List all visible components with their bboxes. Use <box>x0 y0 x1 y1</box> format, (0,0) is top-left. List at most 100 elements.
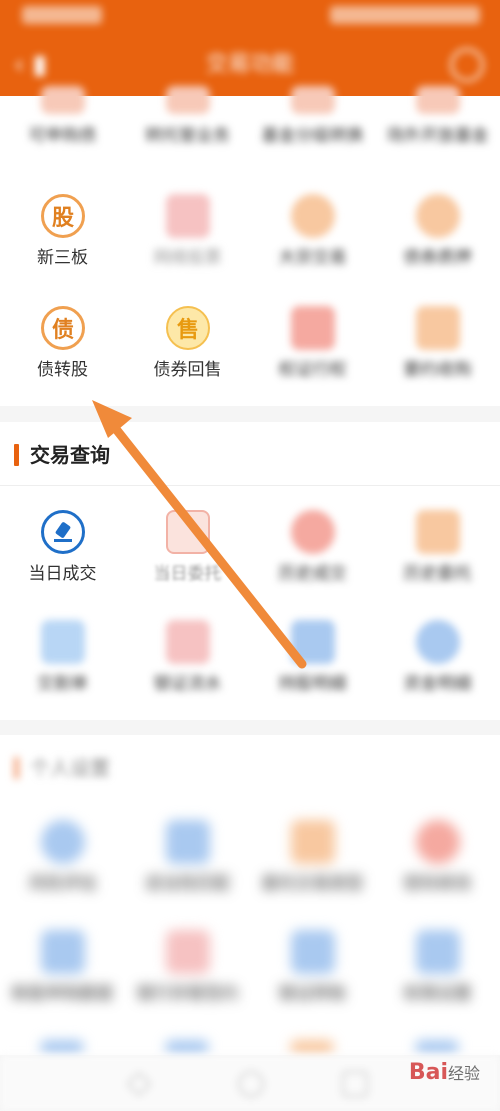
risk-icon <box>41 820 85 864</box>
function-label: 交割单 <box>37 674 88 694</box>
holdings-item[interactable]: 持股明细 <box>250 620 375 730</box>
partial-icon <box>40 1040 84 1054</box>
recents-nav-icon[interactable] <box>342 1071 368 1097</box>
warrant-icon <box>291 306 335 350</box>
history-deals-item[interactable]: 历史成交 <box>250 510 375 620</box>
bond-resale-item[interactable]: 售 债券回售 <box>125 306 250 416</box>
online-voting-item[interactable]: 网络投票 <box>125 194 250 304</box>
function-label: 权限设置 <box>403 984 472 1004</box>
history-order-icon <box>416 510 460 554</box>
settings-item[interactable]: 权限设置 <box>375 930 500 1040</box>
offer-icon <box>416 306 460 350</box>
function-icon <box>291 86 335 114</box>
history-orders-item[interactable]: 历史委托 <box>375 510 500 620</box>
new-third-board-item[interactable]: 股 新三板 <box>0 194 125 304</box>
slip-icon <box>41 620 85 664</box>
function-label: 密码修改 <box>403 874 472 894</box>
tender-offer-item[interactable]: 要约收购 <box>375 306 500 416</box>
settings-item[interactable]: 新股申购额度 <box>0 930 125 1040</box>
function-icon <box>41 86 85 114</box>
warrant-exercise-item[interactable]: 权证行权 <box>250 306 375 416</box>
function-label: 委托交易类型 <box>261 874 364 894</box>
resale-icon: 售 <box>166 306 210 350</box>
today-deals-item[interactable]: 当日成交 <box>0 510 125 620</box>
trade-query-section: 交易查询 当日成交 当日委托 历史成交 历史委托 交割单 银证流水 持股明细 资… <box>0 422 500 720</box>
function-label: 银证流水 <box>153 674 222 694</box>
vote-icon <box>166 194 210 238</box>
history-icon <box>291 510 335 554</box>
flow-icon <box>166 620 210 664</box>
section-title: 个人设置 <box>30 756 110 780</box>
function-item[interactable]: 可申购债 <box>0 86 125 196</box>
trade-icon <box>291 194 335 238</box>
debt-icon: 债 <box>41 306 85 350</box>
trade-functions-section: 可申购债 转托管业务 基金分级转换 场外开放基金 股 新三板 网络投票 大宗交易… <box>0 86 500 406</box>
order-icon <box>166 510 210 554</box>
settings-item[interactable]: 密码修改 <box>375 820 500 930</box>
function-label: 新股申购额度 <box>11 984 114 1004</box>
function-label: 历史委托 <box>403 564 472 584</box>
delivery-slip-item[interactable]: 交割单 <box>0 620 125 730</box>
stock-icon: 股 <box>41 194 85 238</box>
function-label: 债转股 <box>37 360 88 380</box>
function-label: 银证转账 <box>278 984 347 1004</box>
funds-item[interactable]: 资金明细 <box>375 620 500 730</box>
function-label: 债券质押 <box>403 248 472 268</box>
function-label: 场外开放基金 <box>386 126 489 146</box>
function-label: 可申购债 <box>28 126 97 146</box>
function-label: 资金明细 <box>403 674 472 694</box>
top-header: ‹ ▮ 交易功能 <box>0 0 500 100</box>
quota-icon <box>41 930 85 974</box>
bank-icon <box>166 930 210 974</box>
function-label: 要约收购 <box>403 360 472 380</box>
pledge-icon <box>416 194 460 238</box>
function-label: 适当性匹配 <box>145 874 230 894</box>
function-item[interactable]: 基金分级转换 <box>250 86 375 196</box>
settings-item[interactable]: 委托交易类型 <box>250 820 375 930</box>
function-label: 基金分级转换 <box>261 126 364 146</box>
section-header: 个人设置 <box>0 735 500 799</box>
settings-icon[interactable] <box>450 48 484 82</box>
function-label: 网络投票 <box>153 248 222 268</box>
settings-item[interactable]: 银行存管签约 <box>125 930 250 1040</box>
bond-pledge-item[interactable]: 债券质押 <box>375 194 500 304</box>
settings-item[interactable]: 适当性匹配 <box>125 820 250 930</box>
partial-icon <box>415 1040 459 1054</box>
holdings-icon <box>291 620 335 664</box>
status-bar <box>0 0 500 32</box>
function-label: 新三板 <box>37 248 88 268</box>
function-label: 持股明细 <box>278 674 347 694</box>
back-nav-icon[interactable] <box>126 1071 152 1097</box>
watermark-logo: Bai经验 <box>408 1060 480 1085</box>
personal-settings-section: 个人设置 风险评估 适当性匹配 委托交易类型 密码修改 新股申购额度 银行存管签… <box>0 735 500 1055</box>
page-title: 交易功能 <box>205 52 294 77</box>
function-item[interactable]: 场外开放基金 <box>375 86 500 196</box>
block-trade-item[interactable]: 大宗交易 <box>250 194 375 304</box>
function-icon <box>416 86 460 114</box>
function-label: 银行存管签约 <box>136 984 239 1004</box>
bank-flow-item[interactable]: 银证流水 <box>125 620 250 730</box>
debt-to-equity-item[interactable]: 债 债转股 <box>0 306 125 416</box>
transfer-icon <box>291 930 335 974</box>
function-label: 历史成交 <box>278 564 347 584</box>
function-item[interactable]: 转托管业务 <box>125 86 250 196</box>
type-icon <box>291 820 335 864</box>
function-label: 当日委托 <box>153 564 222 584</box>
partial-icon <box>165 1040 209 1054</box>
settings-item[interactable]: 风险评估 <box>0 820 125 930</box>
function-label: 大宗交易 <box>278 248 347 268</box>
match-icon <box>166 820 210 864</box>
function-label: 转托管业务 <box>145 126 230 146</box>
function-label: 风险评估 <box>28 874 97 894</box>
section-marker <box>14 757 19 779</box>
partial-icon <box>290 1040 334 1054</box>
today-orders-item[interactable]: 当日委托 <box>125 510 250 620</box>
status-indicators <box>330 6 480 24</box>
status-time <box>22 6 102 24</box>
function-label: 权证行权 <box>278 360 347 380</box>
settings-item[interactable]: 银证转账 <box>250 930 375 1040</box>
gavel-icon <box>41 510 85 554</box>
home-nav-icon[interactable] <box>238 1071 264 1097</box>
funds-icon <box>416 620 460 664</box>
password-icon <box>416 820 460 864</box>
